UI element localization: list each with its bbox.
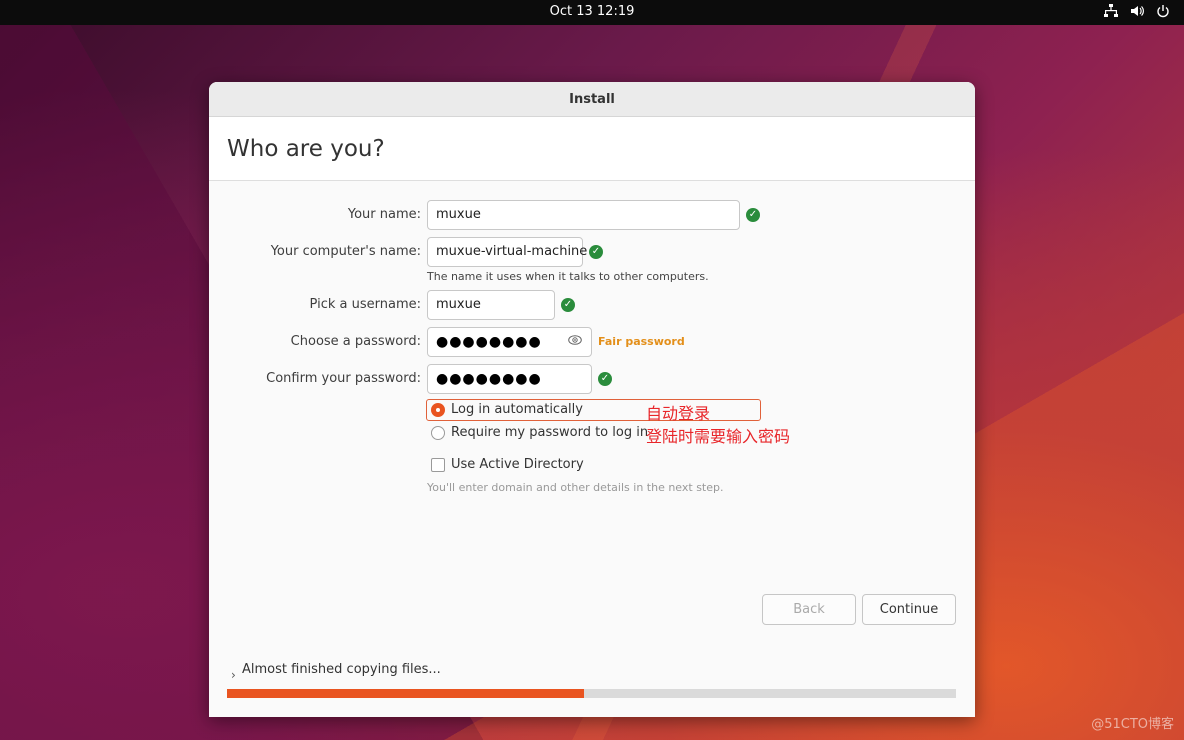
progress-bar <box>227 689 956 698</box>
active-directory-hint: You'll enter domain and other details in… <box>427 481 724 494</box>
annotation-require-password: 登陆时需要输入密码 <box>646 427 791 446</box>
computer-row: Your computer's name: muxue-virtual-mach… <box>209 237 975 267</box>
active-directory-option[interactable]: Use Active Directory <box>431 457 584 472</box>
password-strength: Fair password <box>598 335 685 348</box>
password-row: Choose a password: ●●●●●●●● Fair passwor… <box>209 327 975 357</box>
confirm-label: Confirm your password: <box>266 371 421 386</box>
window-title: Install <box>209 82 975 117</box>
volume-icon[interactable] <box>1130 4 1144 22</box>
username-row: Pick a username: muxue ✓ <box>209 290 975 320</box>
page-title: Who are you? <box>209 117 975 181</box>
system-tray[interactable] <box>1104 4 1170 22</box>
require-password-radio[interactable] <box>431 425 445 440</box>
name-row: Your name: muxue ✓ <box>209 200 975 230</box>
expand-chevron-icon[interactable]: › <box>231 668 236 682</box>
computer-name-field[interactable]: muxue-virtual-machine <box>427 237 587 267</box>
login-auto-option[interactable]: Log in automatically <box>431 402 583 417</box>
clock[interactable]: Oct 13 12:19 <box>0 4 1184 19</box>
login-auto-label: Log in automatically <box>451 402 583 417</box>
confirm-valid-icon: ✓ <box>598 372 612 386</box>
network-icon[interactable] <box>1104 4 1118 22</box>
username-valid-icon: ✓ <box>561 298 575 312</box>
back-button[interactable]: Back <box>762 594 856 625</box>
top-bar: Oct 13 12:19 <box>0 0 1184 25</box>
watermark: @51CTO博客 <box>1091 717 1174 732</box>
name-field[interactable]: muxue <box>427 200 740 230</box>
password-label: Choose a password: <box>290 334 421 349</box>
computer-label: Your computer's name: <box>270 244 421 259</box>
confirm-password-field[interactable]: ●●●●●●●● <box>427 364 592 394</box>
name-valid-icon: ✓ <box>746 208 760 222</box>
annotation-auto-login: 自动登录 <box>646 404 711 423</box>
progress-fill <box>227 689 585 698</box>
username-label: Pick a username: <box>309 297 421 312</box>
username-field[interactable]: muxue <box>427 290 555 320</box>
login-auto-radio[interactable] <box>431 402 445 417</box>
active-directory-label: Use Active Directory <box>451 457 584 472</box>
progress-label: Almost finished copying files... <box>242 662 441 677</box>
show-password-icon[interactable] <box>568 334 582 349</box>
power-icon[interactable] <box>1156 4 1170 22</box>
installer-window: Install Who are you? Your name: muxue ✓ … <box>209 82 975 717</box>
name-label: Your name: <box>347 207 421 222</box>
confirm-row: Confirm your password: ●●●●●●●● ✓ <box>209 364 975 394</box>
computer-name-hint: The name it uses when it talks to other … <box>427 270 709 283</box>
active-directory-checkbox[interactable] <box>431 457 445 472</box>
computer-valid-icon: ✓ <box>589 245 603 259</box>
require-password-label: Require my password to log in <box>451 425 649 440</box>
continue-button[interactable]: Continue <box>862 594 956 625</box>
require-password-option[interactable]: Require my password to log in <box>431 425 648 440</box>
